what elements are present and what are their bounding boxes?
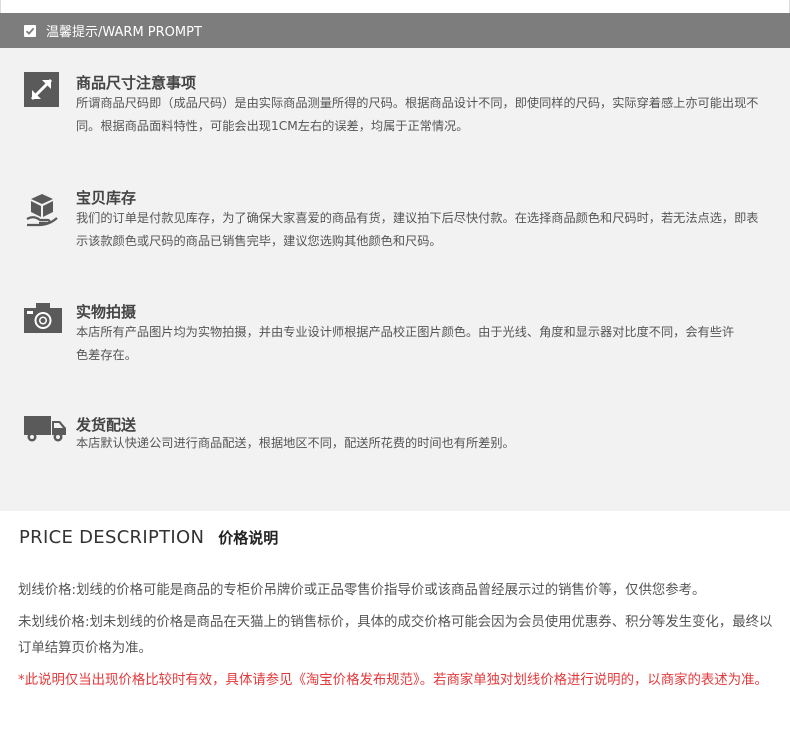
warm-prompt-header: 温馨提示/WARM PROMPT bbox=[0, 13, 790, 48]
price-heading-en: PRICE DESCRIPTION bbox=[19, 527, 205, 548]
notice-title: 商品尺寸注意事项 bbox=[76, 74, 197, 92]
uncrossed-price-note: 未划线价格:划未划线的价格是商品在天猫上的销售标价，具体的成交价格可能会因为会员… bbox=[18, 615, 773, 656]
price-heading: PRICE DESCRIPTION 价格说明 bbox=[19, 527, 278, 548]
stock-box-hand-icon bbox=[26, 192, 58, 228]
notice-text: 所谓商品尺码即（成品尺码）是由实际商品测量所得的尺码。根据商品设计不同，即使同样… bbox=[76, 96, 759, 133]
notice-text: 我们的订单是付款见库存，为了确保大家喜爱的商品有货，建议拍下后尽快付款。在选择商… bbox=[76, 211, 759, 248]
header-title: 温馨提示/WARM PROMPT bbox=[46, 25, 202, 40]
price-description-section: PRICE DESCRIPTION 价格说明 划线价格:划线的价格可能是商品的专… bbox=[0, 511, 790, 732]
check-icon bbox=[24, 24, 36, 37]
notice-text: 本店默认快递公司进行商品配送，根据地区不同，配送所花费的时间也有所差别。 bbox=[76, 436, 515, 450]
notice-title: 宝贝库存 bbox=[76, 189, 137, 207]
camera-icon bbox=[24, 303, 62, 333]
price-disclaimer: *此说明仅当出现价格比较时有效，具体请参见《淘宝价格发布规范》。若商家单独对划线… bbox=[18, 673, 768, 688]
delivery-truck-icon bbox=[24, 416, 66, 442]
crossed-price-note: 划线价格:划线的价格可能是商品的专柜价吊牌价或正品零售价指导价或该商品曾经展示过… bbox=[18, 583, 706, 598]
price-heading-cn: 价格说明 bbox=[218, 529, 279, 547]
notice-title: 实物拍摄 bbox=[76, 303, 137, 321]
notice-panel: 商品尺寸注意事项 所谓商品尺码即（成品尺码）是由实际商品测量所得的尺码。根据商品… bbox=[0, 48, 790, 511]
top-strip bbox=[0, 0, 790, 13]
resize-arrow-icon bbox=[24, 72, 59, 107]
notice-text: 本店所有产品图片均为实物拍摄，并由专业设计师根据产品校正图片颜色。由于光线、角度… bbox=[76, 325, 735, 362]
